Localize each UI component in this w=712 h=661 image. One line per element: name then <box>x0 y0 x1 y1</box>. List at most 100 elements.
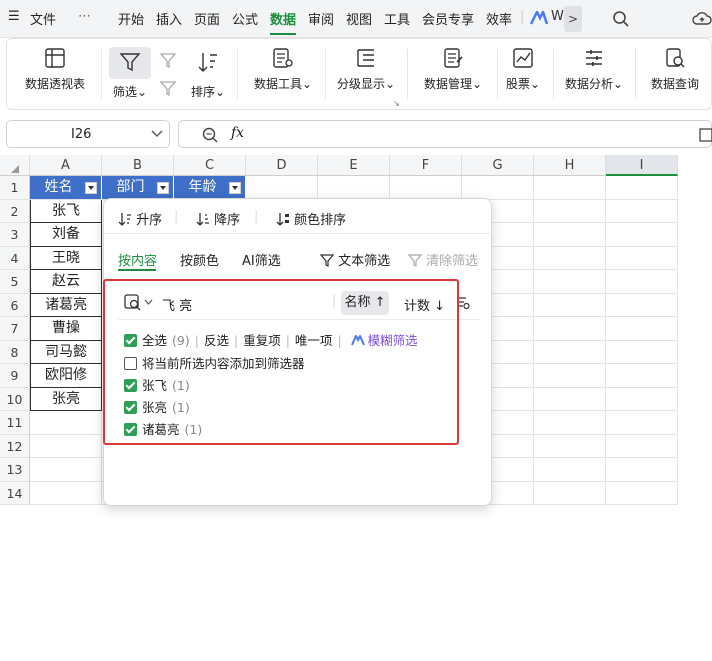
cell[interactable] <box>534 434 606 458</box>
cloud-upload-icon[interactable] <box>692 10 712 28</box>
clear-filter-button[interactable]: 清除筛选 <box>407 250 478 269</box>
cell[interactable] <box>534 458 606 482</box>
cell[interactable] <box>606 246 678 270</box>
name-cell[interactable]: 欧阳修 <box>30 364 102 388</box>
row-header-2[interactable]: 2 <box>0 199 30 223</box>
column-header-b[interactable]: B <box>102 155 174 176</box>
cell[interactable] <box>606 176 678 200</box>
cell[interactable] <box>606 364 678 388</box>
cell[interactable] <box>606 434 678 458</box>
cell[interactable] <box>606 270 678 294</box>
row-header-13[interactable]: 13 <box>0 458 30 482</box>
cell[interactable] <box>606 411 678 435</box>
cell[interactable] <box>606 199 678 223</box>
cell[interactable] <box>30 458 102 482</box>
tab-review[interactable]: 审阅 <box>308 9 334 28</box>
tab-efficiency[interactable]: 效率 <box>486 9 512 28</box>
fx-icon[interactable]: fx <box>231 125 244 141</box>
sort-button[interactable]: 排序⌄ <box>185 47 231 100</box>
tab-tools[interactable]: 工具 <box>384 9 410 28</box>
row-header-12[interactable]: 12 <box>0 434 30 458</box>
more-icon[interactable]: ⋯ <box>78 9 91 24</box>
tab-data[interactable]: 数据 <box>270 9 296 28</box>
filter-dropdown-icon[interactable] <box>229 182 241 194</box>
cell[interactable] <box>462 176 534 200</box>
row-header-4[interactable]: 4 <box>0 246 30 270</box>
pivot-table-button[interactable]: 数据透视表 <box>19 47 91 92</box>
cell[interactable] <box>534 387 606 411</box>
name-cell[interactable]: 赵云 <box>30 270 102 294</box>
tab-by-color[interactable]: 按颜色 <box>180 250 219 269</box>
cell[interactable] <box>606 387 678 411</box>
filter-button[interactable]: 筛选⌄ <box>109 47 151 100</box>
row-header-14[interactable]: 14 <box>0 481 30 505</box>
cell[interactable] <box>534 246 606 270</box>
cell[interactable] <box>606 293 678 317</box>
tab-formula[interactable]: 公式 <box>232 9 258 28</box>
name-cell[interactable]: 司马懿 <box>30 340 102 364</box>
select-all-corner[interactable] <box>0 155 30 176</box>
name-cell[interactable]: 诸葛亮 <box>30 293 102 317</box>
cell[interactable] <box>534 481 606 505</box>
hamburger-icon[interactable]: ☰ <box>8 9 20 24</box>
name-cell[interactable]: 张飞 <box>30 199 102 223</box>
ai-label[interactable]: W <box>551 9 564 24</box>
data-query-button[interactable]: 数据查询 <box>645 47 705 92</box>
data-manage-button[interactable]: 数据管理⌄ <box>415 47 491 92</box>
column-header-a[interactable]: A <box>30 155 102 176</box>
cell[interactable] <box>534 411 606 435</box>
tab-home[interactable]: 开始 <box>118 9 144 28</box>
table-header-cell[interactable]: 部门 <box>102 176 174 199</box>
row-header-1[interactable]: 1 <box>0 176 30 200</box>
expand-icon[interactable] <box>699 127 712 143</box>
row-header-6[interactable]: 6 <box>0 293 30 317</box>
cell[interactable] <box>606 481 678 505</box>
dialog-launcher-icon[interactable]: ↘ <box>393 99 400 108</box>
tab-member[interactable]: 会员专享 <box>422 9 474 28</box>
name-cell[interactable]: 刘备 <box>30 223 102 247</box>
cell[interactable] <box>606 340 678 364</box>
tab-by-content[interactable]: 按内容 <box>118 250 157 269</box>
cell[interactable] <box>534 176 606 200</box>
data-analysis-button[interactable]: 数据分析⌄ <box>563 47 625 92</box>
cell[interactable] <box>534 317 606 341</box>
row-header-11[interactable]: 11 <box>0 411 30 435</box>
column-header-i[interactable]: I <box>606 155 678 176</box>
sort-color-button[interactable]: 颜色排序 <box>276 209 346 228</box>
tab-view[interactable]: 视图 <box>346 9 372 28</box>
cell[interactable] <box>318 176 390 200</box>
wps-ai-icon[interactable] <box>530 11 548 25</box>
name-cell[interactable]: 张亮 <box>30 387 102 411</box>
row-header-7[interactable]: 7 <box>0 317 30 341</box>
cell[interactable] <box>534 270 606 294</box>
filter-advanced-icon[interactable] <box>159 51 177 69</box>
text-filter-button[interactable]: 文本筛选 <box>319 250 390 269</box>
cell[interactable] <box>534 340 606 364</box>
column-header-g[interactable]: G <box>462 155 534 176</box>
tab-insert[interactable]: 插入 <box>156 9 182 28</box>
row-header-9[interactable]: 9 <box>0 364 30 388</box>
cell[interactable] <box>30 481 102 505</box>
cell[interactable] <box>390 176 462 200</box>
cell[interactable] <box>606 458 678 482</box>
row-header-5[interactable]: 5 <box>0 270 30 294</box>
stocks-button[interactable]: 股票⌄ <box>503 47 543 92</box>
tab-page[interactable]: 页面 <box>194 9 220 28</box>
formula-bar[interactable]: fx <box>178 120 712 148</box>
cell[interactable] <box>246 176 318 200</box>
column-header-d[interactable]: D <box>246 155 318 176</box>
row-header-3[interactable]: 3 <box>0 223 30 247</box>
name-cell[interactable]: 曹操 <box>30 317 102 341</box>
cell[interactable] <box>606 223 678 247</box>
filter-dropdown-icon[interactable] <box>85 182 97 194</box>
cell[interactable] <box>534 293 606 317</box>
menu-next-button[interactable]: > <box>564 6 582 32</box>
cell[interactable] <box>30 434 102 458</box>
data-tools-button[interactable]: 数据工具⌄ <box>245 47 321 92</box>
cell[interactable] <box>534 364 606 388</box>
sort-desc-button[interactable]: 降序 <box>196 209 240 228</box>
cell[interactable] <box>606 317 678 341</box>
cell[interactable] <box>534 223 606 247</box>
table-header-cell[interactable]: 年龄 <box>174 176 246 199</box>
chevron-down-icon[interactable] <box>151 129 163 139</box>
